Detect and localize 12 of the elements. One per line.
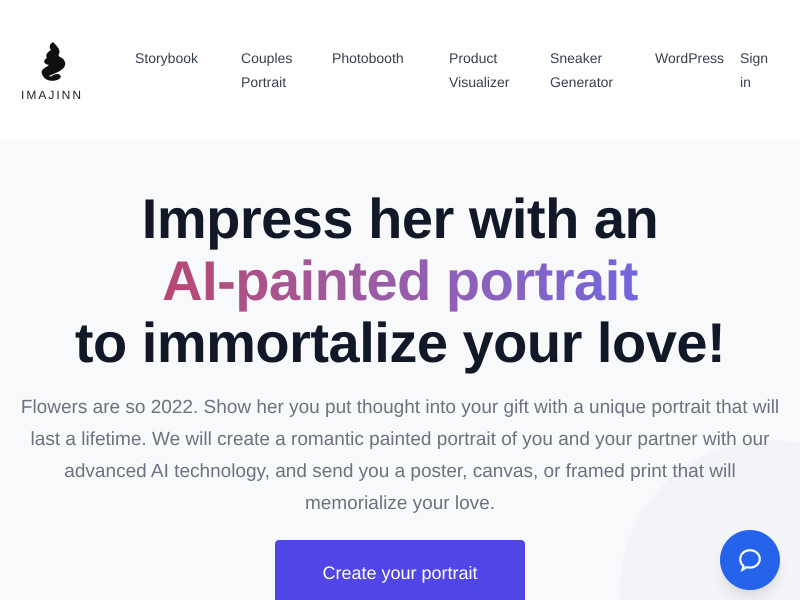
headline: Impress her with an AI-painted portrait to immortalize your love! xyxy=(74,188,726,374)
nav-link[interactable]: Sneaker Generator xyxy=(550,46,655,94)
nav-link[interactable]: Couples Portrait xyxy=(241,46,332,94)
nav-link[interactable]: Product Visualizer xyxy=(449,46,550,94)
nav-link[interactable]: WordPress xyxy=(655,46,740,94)
nav-link[interactable]: Sign in xyxy=(740,46,770,94)
nav-link[interactable]: Photobooth xyxy=(332,46,449,94)
chat-icon xyxy=(737,547,763,573)
logo-text: IMAJINN xyxy=(21,87,83,104)
hero-description: Flowers are so 2022. Show her you put thought into your gift with a unique portrait that will last a lifetime. We will create a romantic painted portrait of you and your partner with our advanced AI technology, and send you a poster, canvas, or framed print that will memorialize your love. xyxy=(20,396,780,516)
nav-link[interactable]: Storybook xyxy=(135,46,241,94)
create-portrait-button[interactable]: Create your portrait xyxy=(275,540,525,600)
